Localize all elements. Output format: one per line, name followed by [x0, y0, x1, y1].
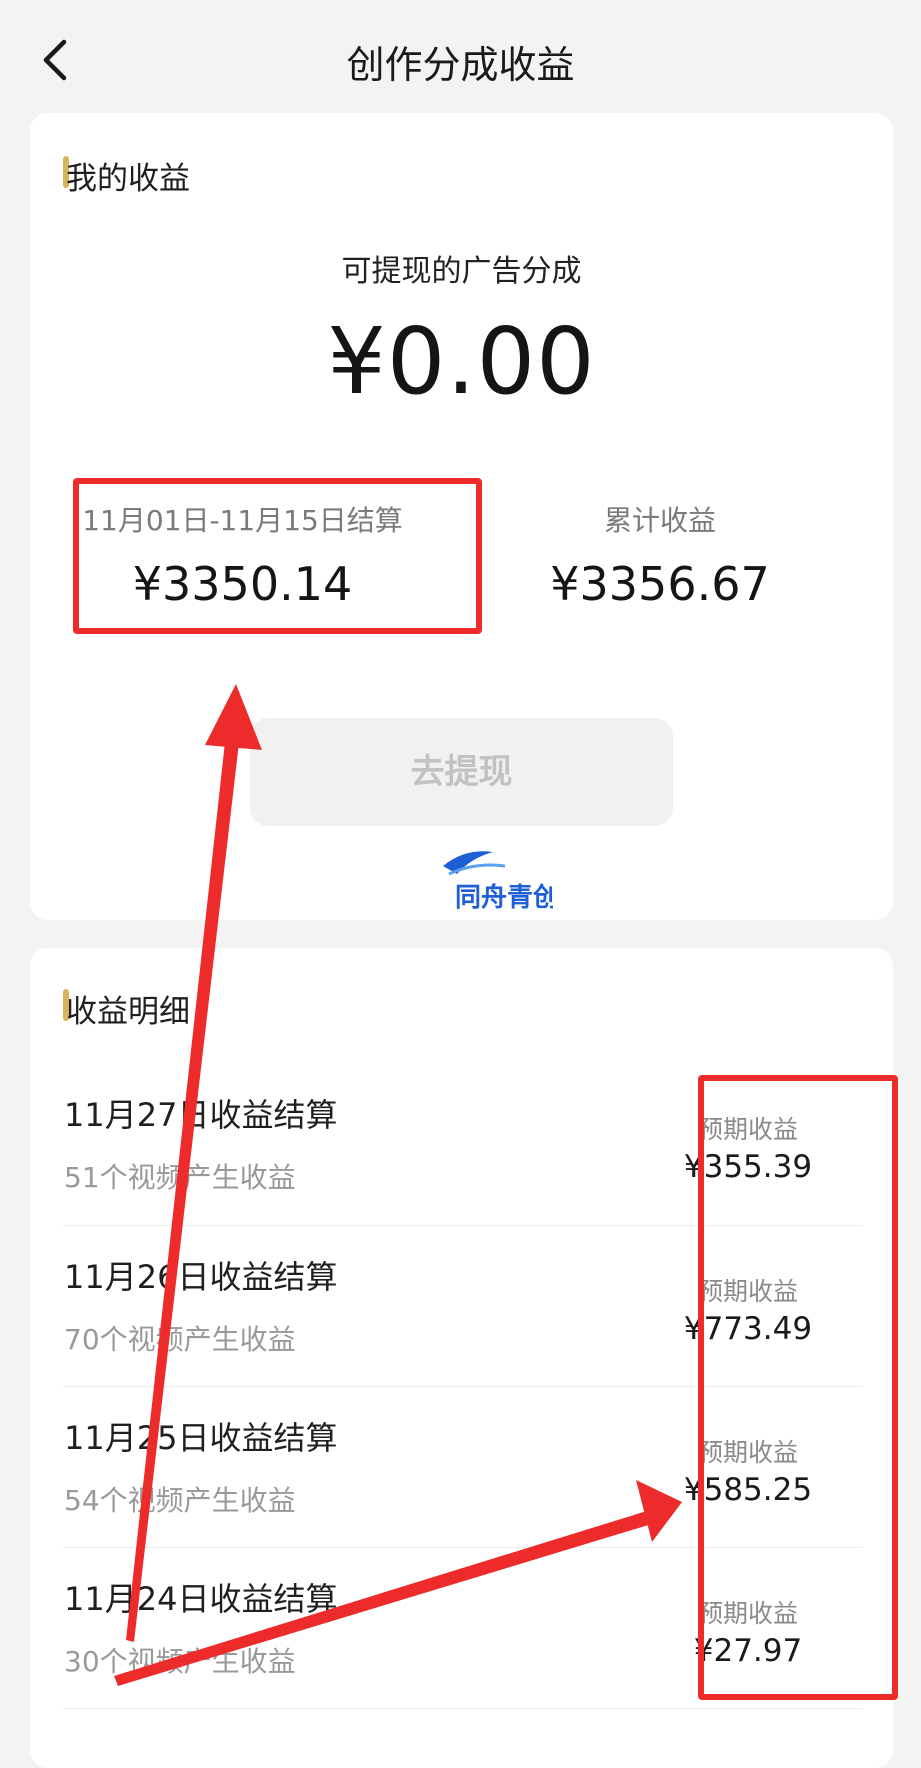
watermark-logo: 同舟青创 — [443, 851, 553, 913]
row-subtitle: 30个视频产生收益 — [64, 1645, 296, 1678]
row-title: 11月24日收益结算 — [64, 1580, 338, 1618]
row-subtitle: 70个视频产生收益 — [64, 1323, 296, 1356]
my-earnings-title: 我的收益 — [66, 161, 190, 197]
top-bar: 创作分成收益 — [0, 0, 921, 120]
divider — [63, 1708, 863, 1709]
earnings-detail-title: 收益明细 — [66, 994, 190, 1030]
my-earnings-card: 我的收益 可提现的广告分成 ¥0.00 11月01日-11月15日结算 ¥335… — [30, 113, 893, 920]
annotation-box-settlement — [73, 478, 482, 634]
row-subtitle: 51个视频产生收益 — [64, 1161, 296, 1194]
row-title: 11月26日收益结算 — [64, 1258, 338, 1296]
watermark-text: 同舟青创 — [455, 883, 553, 913]
total-earnings-label: 累计收益 — [603, 504, 716, 537]
withdrawable-amount: ¥0.00 — [327, 308, 596, 415]
annotation-box-expected — [698, 1075, 898, 1700]
row-subtitle: 54个视频产生收益 — [64, 1484, 296, 1517]
page-title: 创作分成收益 — [346, 43, 575, 87]
withdraw-button[interactable]: 去提现 — [250, 718, 673, 826]
withdrawable-label: 可提现的广告分成 — [341, 254, 582, 289]
total-earnings-amount: ¥3356.67 — [550, 557, 770, 611]
row-title: 11月25日收益结算 — [64, 1419, 338, 1457]
row-title: 11月27日收益结算 — [64, 1096, 338, 1134]
